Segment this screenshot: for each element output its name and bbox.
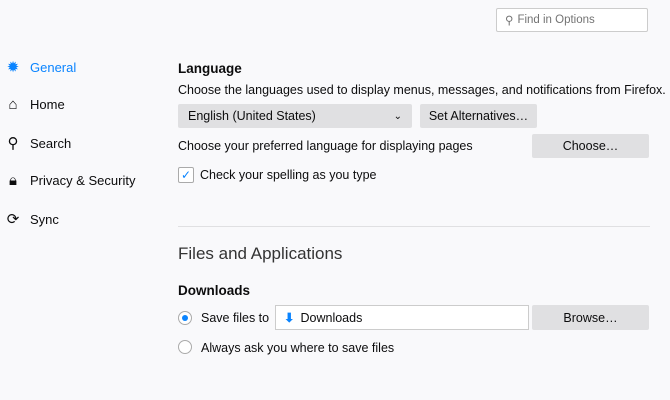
gear-icon: ✹ xyxy=(6,59,20,76)
download-arrow-icon: ⬇ xyxy=(284,311,295,325)
language-heading: Language xyxy=(178,61,242,76)
browse-button[interactable]: Browse… xyxy=(532,305,649,330)
download-folder-field[interactable]: ⬇ Downloads xyxy=(275,305,529,330)
chevron-down-icon: ⌄ xyxy=(393,110,402,122)
always-ask-radio[interactable] xyxy=(178,340,192,354)
spellcheck-checkbox[interactable]: ✓ xyxy=(178,167,194,183)
downloads-heading: Downloads xyxy=(178,283,251,298)
home-icon: ⌂ xyxy=(8,96,18,113)
search-icon: ⚲ xyxy=(505,15,514,27)
find-in-options-input[interactable]: ⚲ Find in Options xyxy=(496,8,648,32)
save-files-radio[interactable] xyxy=(178,311,192,325)
files-heading: Files and Applications xyxy=(178,244,343,263)
set-alternatives-button[interactable]: Set Alternatives… xyxy=(420,104,537,128)
sidebar-item-home[interactable]: ⌂ Home xyxy=(4,96,64,113)
language-select[interactable]: English (United States) ⌄ xyxy=(178,104,412,128)
spellcheck-label: Check your spelling as you type xyxy=(200,168,377,182)
sidebar-item-general[interactable]: ✹ General xyxy=(4,58,77,76)
save-files-label: Save files to xyxy=(201,311,270,325)
always-ask-label: Always ask you where to save files xyxy=(201,341,395,355)
divider xyxy=(178,226,650,227)
sidebar-item-search[interactable]: ⚲ Search xyxy=(4,134,72,152)
lock-icon: 🔒︎ xyxy=(9,172,17,189)
search-icon: ⚲ xyxy=(7,135,19,152)
sync-icon: ⟳ xyxy=(6,211,20,228)
pages-language-label: Choose your preferred language for displ… xyxy=(178,139,473,153)
language-description: Choose the languages used to display men… xyxy=(178,83,666,97)
sidebar-item-sync[interactable]: ⟳ Sync xyxy=(4,210,59,228)
choose-button[interactable]: Choose… xyxy=(532,134,649,158)
sidebar-item-privacy[interactable]: 🔒︎ Privacy & Security xyxy=(4,172,135,189)
